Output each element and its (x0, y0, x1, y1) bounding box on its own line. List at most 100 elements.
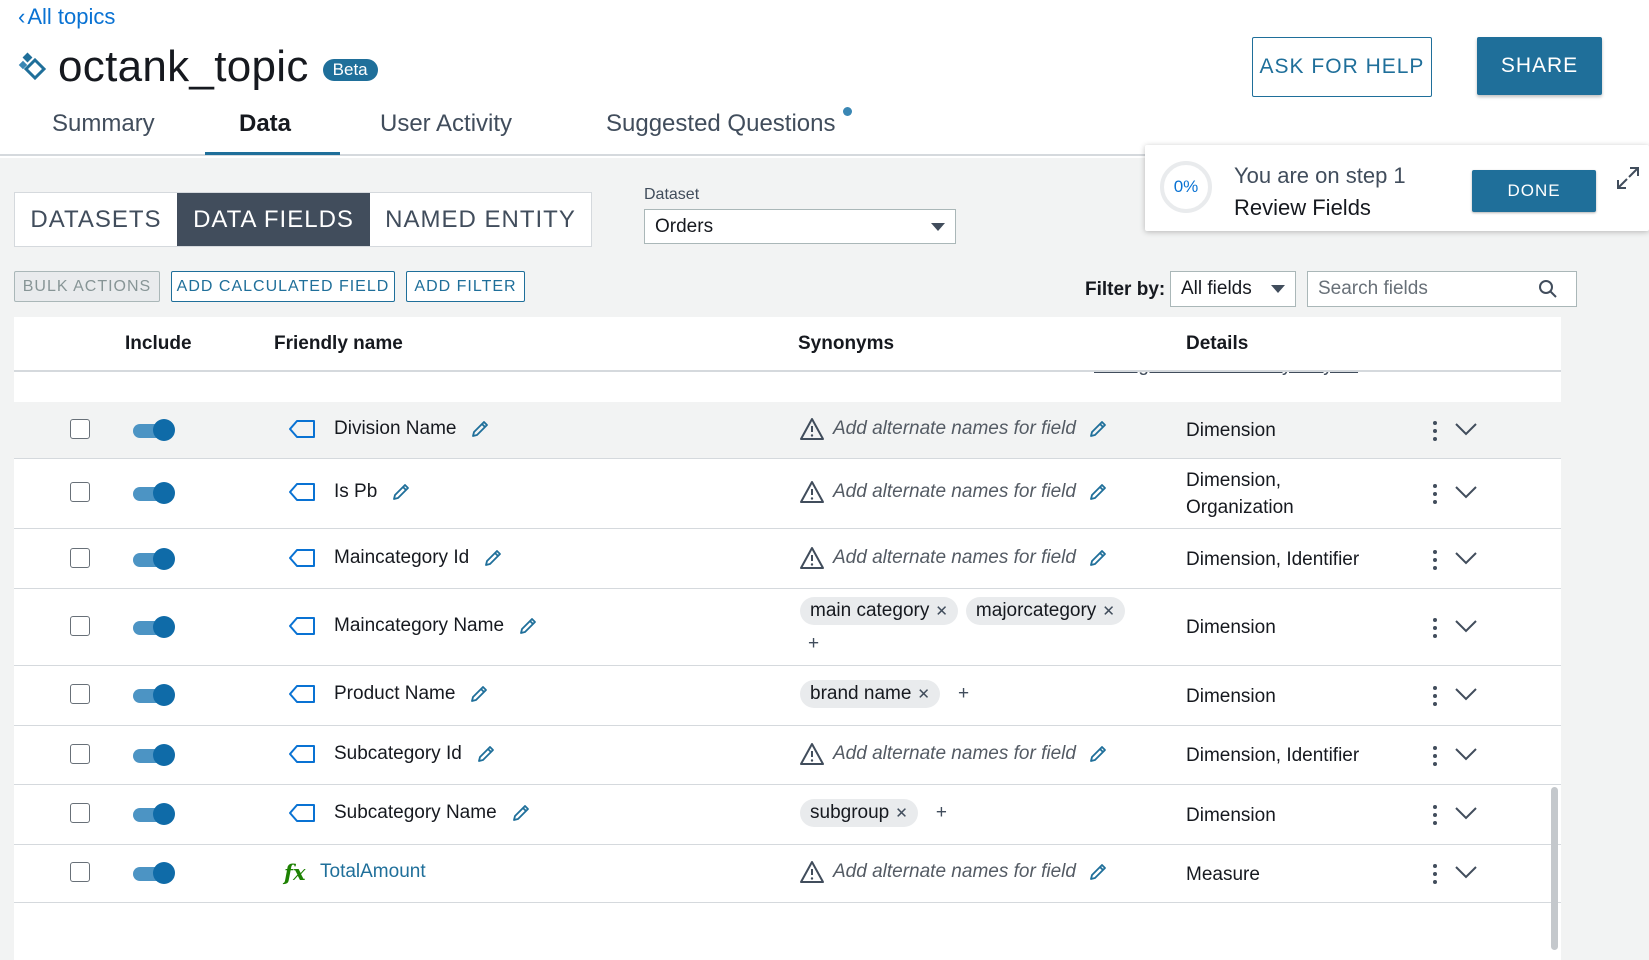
add-filter-button[interactable]: ADD FILTER (406, 271, 525, 302)
more-actions-icon[interactable] (1433, 549, 1439, 570)
include-toggle[interactable] (133, 418, 175, 441)
more-actions-icon[interactable] (1433, 864, 1439, 884)
filter-select[interactable]: All fields (1170, 271, 1296, 307)
filter-by-label: Filter by: (1085, 279, 1166, 300)
expand-icon[interactable] (1615, 165, 1641, 191)
include-toggle[interactable] (133, 547, 175, 570)
row-checkbox[interactable] (70, 418, 90, 439)
edit-pencil-icon[interactable] (483, 548, 503, 568)
warning-icon (800, 861, 824, 883)
synonym-placeholder: Add alternate names for field (799, 860, 1108, 884)
synonym-chip: brand name ✕ (800, 680, 940, 708)
add-synonym-icon[interactable]: + (800, 633, 1160, 655)
caret-down-icon (931, 222, 945, 231)
share-button[interactable]: SHARE (1477, 37, 1602, 95)
search-input[interactable] (1318, 278, 1538, 300)
field-details: Dimension, Organization (1186, 467, 1294, 521)
edit-pencil-icon[interactable] (1088, 744, 1108, 764)
field-details: Dimension (1186, 802, 1276, 829)
field-details: Dimension (1186, 417, 1276, 444)
include-toggle[interactable] (133, 482, 175, 504)
bulk-actions-button[interactable]: BULK ACTIONS (14, 271, 160, 302)
expand-row-icon[interactable] (1454, 551, 1478, 565)
remove-synonym-icon[interactable]: ✕ (895, 804, 908, 822)
field-details-line: Dimension, (1186, 470, 1282, 491)
edit-pencil-icon[interactable] (1088, 548, 1108, 568)
add-synonym-icon[interactable]: + (926, 802, 957, 824)
include-toggle[interactable] (133, 684, 175, 706)
more-actions-icon[interactable] (1433, 484, 1439, 504)
caret-down-icon (1271, 285, 1285, 293)
remove-synonym-icon[interactable]: ✕ (935, 602, 948, 620)
remove-synonym-icon[interactable]: ✕ (1102, 602, 1115, 620)
tab-suggested-questions[interactable]: Suggested Questions (606, 110, 836, 138)
include-toggle[interactable] (133, 615, 175, 638)
expand-row-icon[interactable] (1454, 687, 1478, 701)
include-toggle[interactable] (133, 862, 175, 884)
synonym-chip-label: subgroup (810, 802, 890, 823)
edit-pencil-icon[interactable] (518, 616, 538, 636)
more-actions-icon[interactable] (1433, 420, 1439, 441)
expand-row-icon[interactable] (1454, 422, 1478, 436)
edit-pencil-icon[interactable] (1088, 482, 1108, 502)
row-checkbox[interactable] (70, 547, 90, 568)
tab-data[interactable]: Data (239, 110, 291, 138)
field-details-line: Dimension (1186, 804, 1276, 826)
edit-pencil-icon[interactable] (1088, 419, 1108, 439)
back-link[interactable]: ‹ All topics (18, 4, 115, 30)
synonym-placeholder: Add alternate names for field (799, 742, 1108, 766)
filter-value: All fields (1181, 278, 1252, 299)
add-calculated-field-button[interactable]: ADD CALCULATED FIELD (171, 271, 395, 302)
edit-pencil-icon[interactable] (469, 684, 489, 704)
synonym-placeholder-text: Add alternate names for field (833, 546, 1076, 568)
expand-row-icon[interactable] (1454, 747, 1478, 761)
topic-icon (18, 52, 47, 81)
tab-user-activity[interactable]: User Activity (380, 110, 512, 138)
expand-row-icon[interactable] (1454, 806, 1478, 820)
search-icon[interactable] (1538, 279, 1558, 299)
table-row: Maincategory Name main category ✕ majorcate… (14, 589, 1561, 666)
include-toggle[interactable] (133, 743, 175, 766)
friendly-name[interactable]: TotalAmount (320, 861, 426, 883)
more-actions-icon[interactable] (1433, 686, 1439, 706)
tab-summary[interactable]: Summary (52, 110, 155, 138)
friendly-name: Product Name (334, 683, 489, 705)
row-checkbox[interactable] (70, 684, 90, 704)
segment-datasets[interactable]: DATASETS (15, 193, 177, 246)
expand-row-icon[interactable] (1454, 619, 1478, 633)
include-toggle[interactable] (133, 803, 175, 825)
expand-row-icon[interactable] (1454, 865, 1478, 879)
remove-synonym-icon[interactable]: ✕ (917, 685, 930, 703)
scrollbar[interactable] (1551, 787, 1558, 950)
segment-data-fields[interactable]: DATA FIELDS (177, 193, 370, 246)
row-checkbox[interactable] (70, 803, 90, 823)
row-checkbox[interactable] (70, 862, 90, 882)
segment-named-entity[interactable]: NAMED ENTITY (370, 193, 591, 246)
expand-row-icon[interactable] (1454, 485, 1478, 499)
warning-icon (800, 481, 824, 503)
row-checkbox[interactable] (70, 743, 90, 764)
friendly-name: Maincategory Id (334, 547, 503, 569)
done-button[interactable]: DONE (1472, 170, 1596, 212)
ask-for-help-button[interactable]: ASK FOR HELP (1252, 37, 1432, 97)
more-actions-icon[interactable] (1433, 745, 1439, 766)
add-synonym-icon[interactable]: + (948, 683, 979, 705)
table-row: Is Pb Add alternate names for field Dimens… (14, 459, 1561, 529)
dataset-select[interactable]: Orders (644, 209, 956, 244)
topic-header: octank_topic Beta (18, 42, 378, 92)
beta-badge: Beta (322, 59, 378, 81)
edit-pencil-icon[interactable] (476, 744, 496, 764)
dataset-value: Orders (655, 215, 714, 237)
synonym-chips: main category ✕ majorcategory ✕ + (800, 597, 1160, 655)
synonym-placeholder-text: Add alternate names for field (833, 481, 1076, 502)
edit-pencil-icon[interactable] (1088, 862, 1108, 882)
field-details: Dimension, Identifier (1186, 742, 1359, 769)
more-actions-icon[interactable] (1433, 805, 1439, 825)
edit-pencil-icon[interactable] (511, 803, 531, 823)
header-include: Include (125, 333, 192, 354)
row-checkbox[interactable] (70, 615, 90, 636)
edit-pencil-icon[interactable] (391, 482, 411, 502)
row-checkbox[interactable] (70, 482, 90, 502)
edit-pencil-icon[interactable] (470, 419, 490, 439)
more-actions-icon[interactable] (1433, 617, 1439, 638)
